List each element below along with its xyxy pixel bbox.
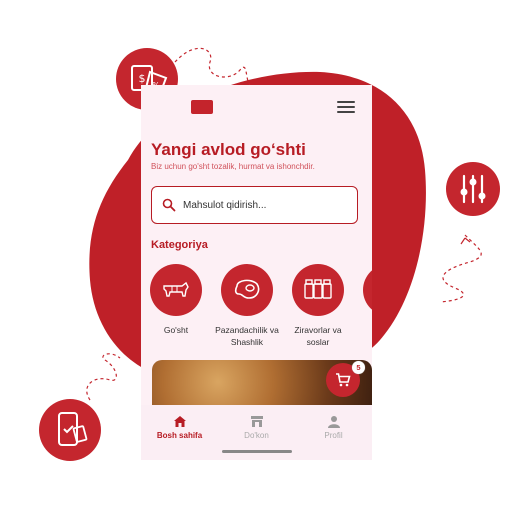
menu-button[interactable] xyxy=(337,101,355,115)
app-logo xyxy=(191,100,213,114)
categories-title: Kategoriya xyxy=(151,239,208,251)
search-input[interactable]: Mahsulot qidirish... xyxy=(151,186,358,224)
spice-jars-icon xyxy=(304,279,332,299)
category-item-more[interactable]: G xyxy=(354,264,372,336)
home-indicator-bar xyxy=(222,450,292,453)
category-label: Ziravorlar va soslar xyxy=(294,325,342,347)
category-circle xyxy=(292,264,344,316)
svg-text:$: $ xyxy=(139,72,146,85)
category-item-spices[interactable]: Ziravorlar va soslar xyxy=(283,264,353,348)
store-icon xyxy=(250,416,263,427)
nav-store-label: Do'kon xyxy=(244,431,269,440)
app-title: Yangi avlod go‘shti xyxy=(151,140,306,159)
sliders-icon xyxy=(460,174,486,204)
nav-home[interactable]: Bosh sahifa xyxy=(141,415,218,440)
category-label: Pazandachilik va Shashlik xyxy=(215,325,279,347)
category-circle xyxy=(150,264,202,316)
profile-icon xyxy=(327,416,340,428)
filter-settings-circle xyxy=(446,162,500,216)
category-circle xyxy=(221,264,273,316)
cart-count-badge: 5 xyxy=(352,361,365,374)
cart-icon xyxy=(336,373,351,387)
nav-home-label: Bosh sahifa xyxy=(156,431,203,440)
search-placeholder: Mahsulot qidirish... xyxy=(183,200,267,211)
cow-icon xyxy=(163,281,189,297)
category-item-meat[interactable]: Go'sht xyxy=(141,264,211,336)
phone-payment-icon xyxy=(58,412,88,446)
nav-profile[interactable]: Profil xyxy=(295,415,372,440)
mobile-payment-circle xyxy=(39,399,101,461)
category-circle xyxy=(363,264,372,316)
category-label: Go'sht xyxy=(163,325,189,335)
phone-screen: Yangi avlod go‘shti Biz uchun go'sht toz… xyxy=(141,85,372,460)
steak-icon xyxy=(234,279,260,299)
search-icon xyxy=(162,198,176,212)
nav-profile-label: Profil xyxy=(324,431,343,440)
category-item-cooking[interactable]: Pazandachilik va Shashlik xyxy=(212,264,282,348)
nav-store[interactable]: Do'kon xyxy=(218,415,295,440)
category-label: G xyxy=(354,324,372,336)
app-subtitle: Biz uchun go'sht tozalik, hurmat va isho… xyxy=(151,162,315,171)
home-icon xyxy=(173,416,186,427)
